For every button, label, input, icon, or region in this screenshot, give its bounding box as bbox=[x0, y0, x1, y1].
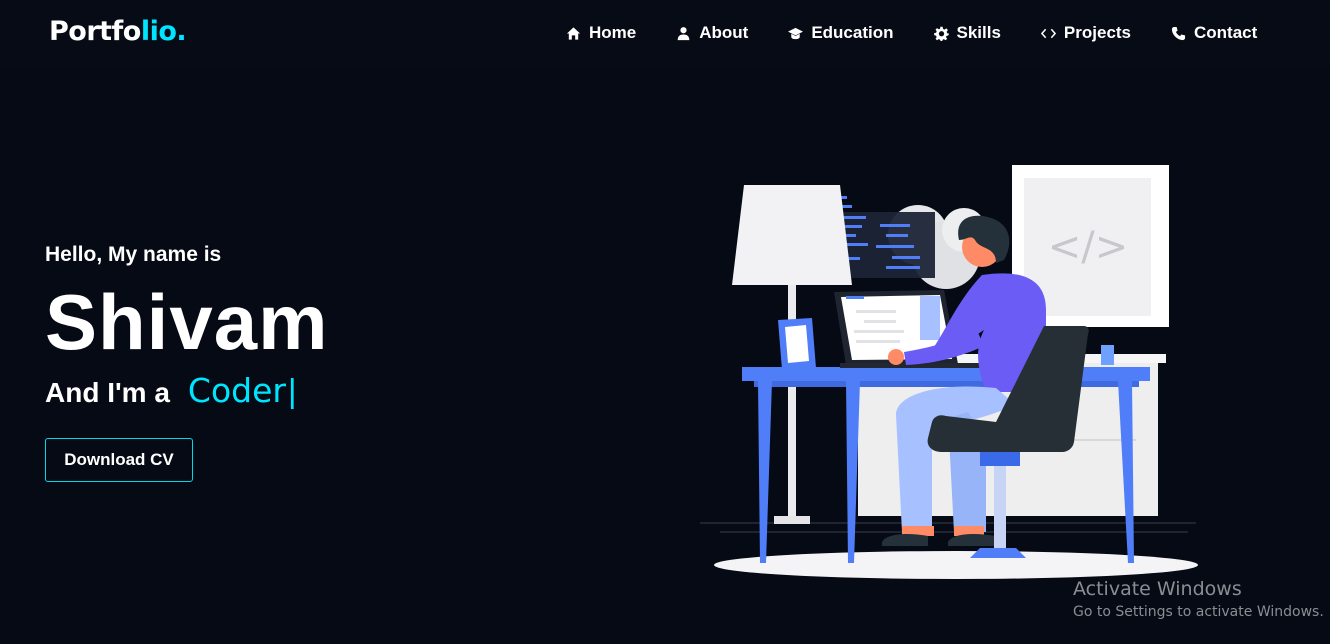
nav-about[interactable]: About bbox=[676, 22, 748, 44]
code-icon bbox=[1040, 28, 1056, 38]
nav-projects-label: Projects bbox=[1063, 23, 1132, 42]
logo-main: Portfo bbox=[49, 16, 141, 47]
nav-education-label: Education bbox=[811, 23, 894, 42]
nav-contact-label: Contact bbox=[1194, 23, 1258, 42]
nav-skills-label: Skills bbox=[956, 23, 1001, 42]
nav-home-label: Home bbox=[589, 23, 637, 42]
gear-icon bbox=[933, 26, 949, 41]
hero-section: Hello, My name is Shivam And I'm a Coder… bbox=[45, 243, 327, 410]
main-nav: Home About Education Skills Projects Con… bbox=[566, 22, 1257, 44]
nav-contact[interactable]: Contact bbox=[1171, 22, 1257, 44]
navbar: Portfolio. Home About Education Skills P… bbox=[0, 0, 1330, 68]
role-prefix: And I'm a bbox=[45, 377, 170, 408]
nav-education[interactable]: Education bbox=[788, 22, 894, 44]
phone-icon bbox=[1171, 26, 1186, 40]
nav-about-label: About bbox=[699, 23, 749, 42]
nav-home[interactable]: Home bbox=[566, 22, 636, 44]
svg-text:</>: </> bbox=[1048, 224, 1129, 270]
windows-activation-watermark: Activate Windows Go to Settings to activ… bbox=[1073, 578, 1324, 620]
download-cv-button[interactable]: Download CV bbox=[45, 438, 193, 482]
typed-role: Coder bbox=[187, 371, 286, 410]
graduation-cap-icon bbox=[788, 27, 804, 39]
hero-greeting: Hello, My name is bbox=[45, 243, 222, 266]
nav-skills[interactable]: Skills bbox=[933, 22, 1001, 44]
logo-accent: lio. bbox=[140, 16, 187, 47]
logo[interactable]: Portfolio. bbox=[49, 16, 187, 47]
hero-name: Shivam bbox=[45, 278, 329, 366]
watermark-title: Activate Windows bbox=[1073, 578, 1242, 600]
hero-role-line: And I'm a Coder | bbox=[45, 371, 297, 410]
nav-projects[interactable]: Projects bbox=[1040, 22, 1132, 44]
typing-caret: | bbox=[287, 372, 297, 409]
watermark-subtitle: Go to Settings to activate Windows. bbox=[1073, 604, 1324, 620]
user-icon bbox=[677, 26, 690, 40]
home-icon bbox=[566, 26, 581, 40]
developer-illustration: </> bbox=[700, 165, 1198, 579]
